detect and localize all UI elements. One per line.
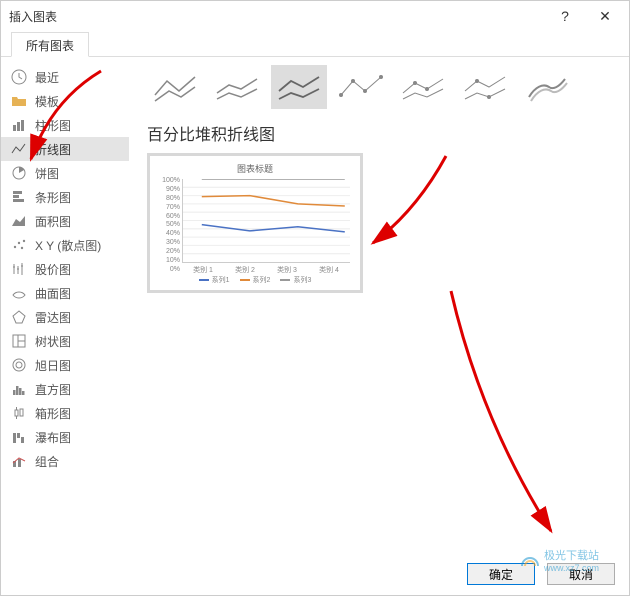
- sidebar-item-template[interactable]: 模板: [1, 89, 129, 113]
- dialog-body: 最近 模板 柱形图 折线图 饼图 条形图 面积图 X Y (散点图) 股价图 曲…: [1, 57, 629, 537]
- chart-category-sidebar: 最近 模板 柱形图 折线图 饼图 条形图 面积图 X Y (散点图) 股价图 曲…: [1, 57, 129, 537]
- recent-icon: [11, 69, 27, 85]
- bar-chart-icon: [11, 189, 27, 205]
- sidebar-item-label: 最近: [35, 69, 59, 86]
- sidebar-item-column[interactable]: 柱形图: [1, 113, 129, 137]
- sidebar-item-label: 雷达图: [35, 309, 71, 326]
- sidebar-item-stock[interactable]: 股价图: [1, 257, 129, 281]
- radar-chart-icon: [11, 309, 27, 325]
- stock-chart-icon: [11, 261, 27, 277]
- sidebar-item-label: 面积图: [35, 213, 71, 230]
- sidebar-item-waterfall[interactable]: 瀑布图: [1, 425, 129, 449]
- subtype-3d-line[interactable]: [519, 65, 575, 109]
- chart-preview-plot: 100% 90% 80% 70% 60% 50% 40% 30% 20% 10%…: [158, 177, 352, 273]
- sidebar-item-label: 条形图: [35, 189, 71, 206]
- combo-chart-icon: [11, 453, 27, 469]
- y-axis-labels: 100% 90% 80% 70% 60% 50% 40% 30% 20% 10%…: [158, 177, 180, 273]
- subtype-percent-stacked-line-markers[interactable]: [457, 65, 513, 109]
- sidebar-item-combo[interactable]: 组合: [1, 449, 129, 473]
- x-axis-labels: 类别 1 类别 2 类别 3 类别 4: [182, 265, 350, 275]
- waterfall-icon: [11, 429, 27, 445]
- histogram-icon: [11, 381, 27, 397]
- sidebar-item-pie[interactable]: 饼图: [1, 161, 129, 185]
- sidebar-item-bar[interactable]: 条形图: [1, 185, 129, 209]
- sidebar-item-label: 旭日图: [35, 357, 71, 374]
- chart-preview-card[interactable]: 图表标题 100% 90% 80% 70% 60% 50% 40% 30% 20…: [147, 153, 363, 293]
- subtype-percent-stacked-line[interactable]: [271, 65, 327, 109]
- pie-chart-icon: [11, 165, 27, 181]
- line-chart-icon: [11, 141, 27, 157]
- subtype-stacked-line-markers[interactable]: [395, 65, 451, 109]
- close-button[interactable]: ✕: [589, 4, 621, 28]
- titlebar: 插入图表 ? ✕: [1, 1, 629, 31]
- sidebar-item-label: 折线图: [35, 141, 71, 158]
- sidebar-item-label: 饼图: [35, 165, 59, 182]
- sidebar-item-surface[interactable]: 曲面图: [1, 281, 129, 305]
- sidebar-item-radar[interactable]: 雷达图: [1, 305, 129, 329]
- dialog-title: 插入图表: [9, 8, 57, 25]
- chart-legend: 系列1 系列2 系列3: [158, 275, 352, 285]
- sidebar-item-scatter[interactable]: X Y (散点图): [1, 233, 129, 257]
- folder-icon: [11, 93, 27, 109]
- surface-chart-icon: [11, 285, 27, 301]
- sidebar-item-label: 柱形图: [35, 117, 71, 134]
- sidebar-item-label: 模板: [35, 93, 59, 110]
- scatter-chart-icon: [11, 237, 27, 253]
- column-chart-icon: [11, 117, 27, 133]
- subtype-stacked-line[interactable]: [209, 65, 265, 109]
- sidebar-item-treemap[interactable]: 树状图: [1, 329, 129, 353]
- sidebar-item-sunburst[interactable]: 旭日图: [1, 353, 129, 377]
- sidebar-item-label: 直方图: [35, 381, 71, 398]
- sidebar-item-label: X Y (散点图): [35, 237, 101, 254]
- sidebar-item-histogram[interactable]: 直方图: [1, 377, 129, 401]
- help-button[interactable]: ?: [549, 4, 581, 28]
- area-chart-icon: [11, 213, 27, 229]
- dialog-footer: 确定 取消: [467, 563, 615, 585]
- sidebar-item-box[interactable]: 箱形图: [1, 401, 129, 425]
- treemap-icon: [11, 333, 27, 349]
- sidebar-item-recent[interactable]: 最近: [1, 65, 129, 89]
- tab-row: 所有图表: [1, 31, 629, 57]
- ok-button[interactable]: 确定: [467, 563, 535, 585]
- sidebar-item-label: 组合: [35, 453, 59, 470]
- sidebar-item-label: 股价图: [35, 261, 71, 278]
- subtype-thumbnails: [147, 65, 611, 109]
- cancel-button[interactable]: 取消: [547, 563, 615, 585]
- tab-all-charts[interactable]: 所有图表: [11, 32, 89, 57]
- window-controls: ? ✕: [549, 4, 621, 28]
- subtype-line[interactable]: [147, 65, 203, 109]
- chart-preview-title: 图表标题: [158, 162, 352, 175]
- sidebar-item-label: 曲面图: [35, 285, 71, 302]
- sidebar-item-line[interactable]: 折线图: [1, 137, 129, 161]
- insert-chart-dialog: 插入图表 ? ✕ 所有图表 最近 模板 柱形图 折线图 饼图 条形图 面积图 X…: [0, 0, 630, 596]
- selected-chart-type-title: 百分比堆积折线图: [147, 121, 611, 145]
- subtype-line-markers[interactable]: [333, 65, 389, 109]
- sunburst-icon: [11, 357, 27, 373]
- sidebar-item-area[interactable]: 面积图: [1, 209, 129, 233]
- sidebar-item-label: 树状图: [35, 333, 71, 350]
- sidebar-item-label: 箱形图: [35, 405, 71, 422]
- sidebar-item-label: 瀑布图: [35, 429, 71, 446]
- box-whisker-icon: [11, 405, 27, 421]
- main-panel: 百分比堆积折线图 图表标题 100% 90% 80% 70% 60% 50% 4…: [129, 57, 629, 537]
